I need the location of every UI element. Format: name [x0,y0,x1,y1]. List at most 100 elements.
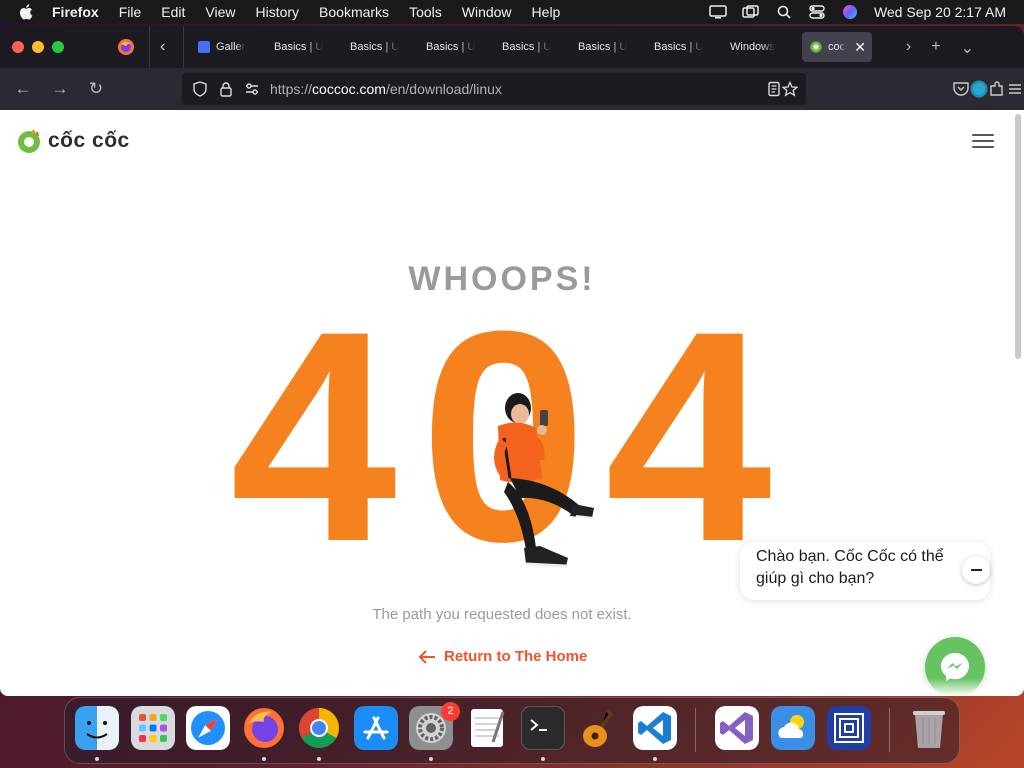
extensions-icon[interactable] [988,80,1006,98]
simulator-icon[interactable] [827,706,871,750]
tab-basics[interactable]: Basics | U [266,32,342,62]
settings-badge: 2 [441,702,460,721]
menu-view[interactable]: View [205,4,235,20]
tab-label: Basics | U [426,41,476,53]
pocket-icon[interactable] [952,80,970,98]
menu-file[interactable]: File [119,4,142,20]
minus-icon [970,569,982,571]
trash-icon[interactable] [907,706,951,750]
tab-basics[interactable]: Basics | U [342,32,418,62]
chat-greeting-bubble[interactable]: Chào bạn. Cốc Cốc có thể giúp gì cho bạn… [740,542,990,600]
coccoc-favicon-icon [810,41,822,53]
browser-window: ‹ Galler Basics | U Basics | U Basics | … [0,26,1024,696]
running-indicator [317,757,321,761]
return-home-link[interactable]: Return to The Home [418,648,587,665]
tab-divider [183,26,184,68]
zoom-window-button[interactable] [52,41,64,53]
tab-actions: › + ⌄ [886,38,974,58]
menu-tools[interactable]: Tools [409,4,442,20]
arrow-left-icon [418,649,435,664]
tab-label: Basics | U [502,41,552,53]
menu-bookmarks[interactable]: Bookmarks [319,4,389,20]
control-center-icon[interactable] [808,4,826,20]
tab-basics[interactable]: Basics | U [494,32,570,62]
tab-label: coc [828,41,846,53]
forward-arrow-icon[interactable]: → [51,80,69,98]
chrome-icon[interactable] [297,706,341,750]
weather-icon[interactable] [771,706,815,750]
tab-scroll-left-icon[interactable]: ‹ [160,38,178,56]
tab-basics[interactable]: Basics | U [570,32,646,62]
url-bar[interactable]: https://coccoc.com/en/download/linux [182,73,806,105]
url-text[interactable]: https://coccoc.com/en/download/linux [270,81,502,97]
close-window-button[interactable] [12,41,24,53]
mirror-icon[interactable] [742,4,760,20]
tab-scroll-right-icon[interactable]: › [906,38,911,58]
running-indicator [262,757,266,761]
search-icon[interactable] [775,4,793,20]
reload-icon[interactable]: ↻ [87,80,105,98]
app-menu-icon[interactable] [1006,80,1024,98]
minimize-window-button[interactable] [32,41,44,53]
finder-icon[interactable] [75,706,119,750]
siri-icon[interactable] [841,4,859,20]
person-illustration [494,393,595,568]
bookmark-star-icon[interactable] [782,81,798,97]
permissions-icon[interactable] [244,81,260,97]
running-indicator [541,757,545,761]
menu-window[interactable]: Window [462,4,512,20]
chat-greeting-line: Chào bạn. Cốc Cốc có thể [756,548,944,565]
apple-icon[interactable] [18,3,36,21]
url-prefix: https:// [270,81,313,97]
menu-history[interactable]: History [255,4,299,20]
vscode-icon[interactable] [633,706,677,750]
reader-view-icon[interactable] [766,81,782,97]
new-tab-icon[interactable]: + [931,38,940,58]
error-digit: 4 [230,268,397,604]
toolbar-right [952,80,1024,98]
coccoc-logo-icon [18,129,40,153]
terminal-icon[interactable] [521,706,565,750]
list-all-tabs-icon[interactable]: ⌄ [961,38,974,58]
tab-coccoc-active[interactable]: coc ✕ [802,32,872,62]
error-message: The path you requested does not exist. [372,606,632,623]
bottom-fade [0,678,1024,696]
tab-gallery[interactable]: Galler [190,32,266,62]
close-tab-icon[interactable]: ✕ [854,39,866,56]
menubar-clock[interactable]: Wed Sep 20 2:17 AM [874,4,1006,20]
coccoc-logo[interactable]: cốc cốc [16,128,130,154]
tab-label: Basics | U [654,41,704,53]
tab-basics[interactable]: Basics | U [646,32,722,62]
tab-label: Basics | U [578,41,628,53]
account-avatar-icon[interactable] [970,80,988,98]
error-digit: 4 [605,268,772,604]
textedit-icon[interactable] [465,706,509,750]
garageband-icon[interactable] [577,706,621,750]
menu-edit[interactable]: Edit [161,4,185,20]
shield-icon[interactable] [192,81,208,97]
visual-studio-icon[interactable] [715,706,759,750]
safari-icon[interactable] [186,706,230,750]
url-path: /en/download/linux [385,81,502,97]
running-indicator [95,757,99,761]
firefox-icon[interactable] [242,706,286,750]
lock-icon[interactable] [218,81,234,97]
tab-label: Galler [216,41,246,53]
tab-favicon [198,41,210,53]
display-icon[interactable] [709,4,727,20]
menu-app-name[interactable]: Firefox [52,4,99,20]
tab-label: Windows [730,41,775,53]
url-host: coccoc.com [312,81,386,97]
menu-help[interactable]: Help [532,4,561,20]
app-store-icon[interactable] [354,706,398,750]
minimize-chat-button[interactable] [962,556,990,584]
launchpad-icon[interactable] [131,706,175,750]
tab-basics[interactable]: Basics | U [418,32,494,62]
return-home-label: Return to The Home [444,648,588,665]
tab-windows[interactable]: Windows [722,32,798,62]
tab-divider [149,26,150,68]
page-scrollbar[interactable] [1015,114,1021,359]
hamburger-menu-icon[interactable] [972,134,994,150]
firefox-view-icon[interactable] [117,38,135,56]
back-arrow-icon[interactable]: ← [14,80,32,98]
